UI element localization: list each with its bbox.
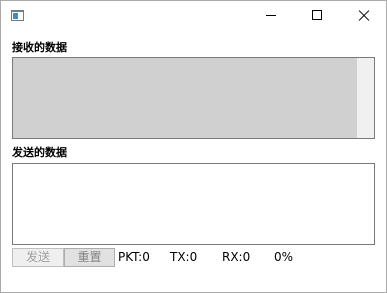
send-data-textarea[interactable] bbox=[12, 163, 375, 245]
app-window: 接收的数据 发送的数据 发送 重置 PKT:0 TX:0 RX:0 0% bbox=[0, 0, 387, 293]
tx-count: TX:0 bbox=[170, 250, 198, 264]
close-icon[interactable] bbox=[340, 1, 386, 31]
send-data-label: 发送的数据 bbox=[12, 146, 67, 159]
receive-data-label: 接收的数据 bbox=[12, 41, 67, 54]
progress-percent: 0% bbox=[274, 250, 294, 264]
receive-data-textarea[interactable] bbox=[12, 57, 375, 139]
pkt-count: PKT:0 bbox=[118, 250, 150, 264]
receive-scrollbar[interactable] bbox=[357, 58, 374, 138]
title-bar[interactable] bbox=[1, 1, 386, 31]
reset-button[interactable]: 重置 bbox=[64, 248, 115, 267]
rx-count: RX:0 bbox=[222, 250, 251, 264]
send-button[interactable]: 发送 bbox=[12, 248, 64, 267]
minimize-icon[interactable] bbox=[248, 1, 294, 31]
app-window-icon bbox=[11, 10, 24, 21]
maximize-icon[interactable] bbox=[294, 1, 340, 31]
